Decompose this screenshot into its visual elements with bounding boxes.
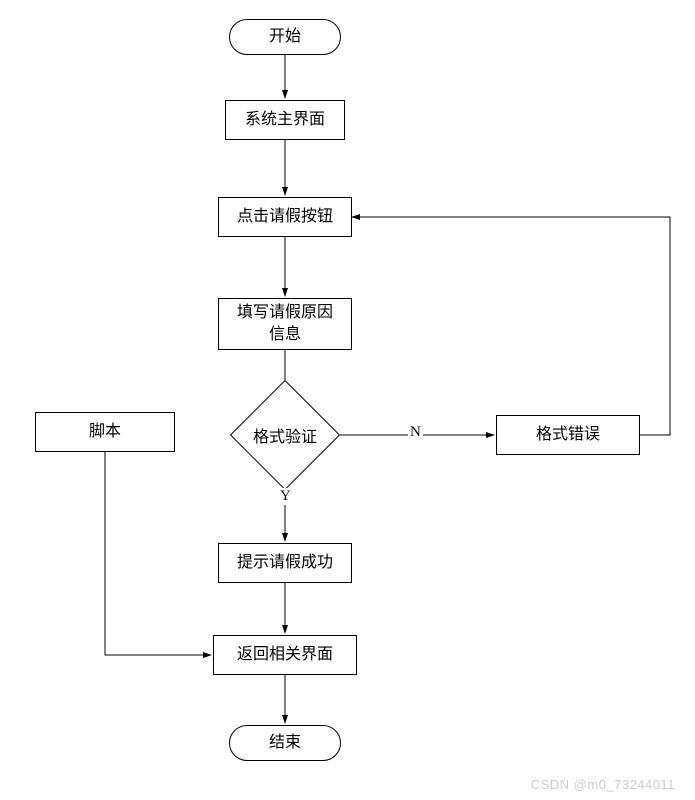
click-leave-label: 点击请假按钮 <box>237 206 333 228</box>
return-ui-node: 返回相关界面 <box>213 635 357 675</box>
main-ui-node: 系统主界面 <box>225 100 345 140</box>
branch-yes-label: Y <box>278 488 293 505</box>
end-label: 结束 <box>269 732 301 754</box>
fill-reason-node: 填写请假原因 信息 <box>218 298 352 350</box>
click-leave-node: 点击请假按钮 <box>218 197 352 237</box>
script-node: 脚本 <box>35 412 175 452</box>
success-node: 提示请假成功 <box>218 543 352 583</box>
watermark-text: CSDN @m0_73244011 <box>531 777 675 792</box>
start-node: 开始 <box>229 19 341 55</box>
validate-label: 格式验证 <box>253 423 317 447</box>
flow-connectors <box>0 0 695 800</box>
start-label: 开始 <box>269 26 301 48</box>
script-label: 脚本 <box>89 421 121 443</box>
success-label: 提示请假成功 <box>237 552 333 574</box>
end-node: 结束 <box>229 725 341 761</box>
format-error-node: 格式错误 <box>496 415 640 455</box>
branch-no-label: N <box>408 424 423 441</box>
fill-reason-label: 填写请假原因 信息 <box>237 302 333 347</box>
return-ui-label: 返回相关界面 <box>237 644 333 666</box>
validate-node: 格式验证 <box>230 395 340 475</box>
format-error-label: 格式错误 <box>536 424 600 446</box>
main-ui-label: 系统主界面 <box>245 109 325 131</box>
